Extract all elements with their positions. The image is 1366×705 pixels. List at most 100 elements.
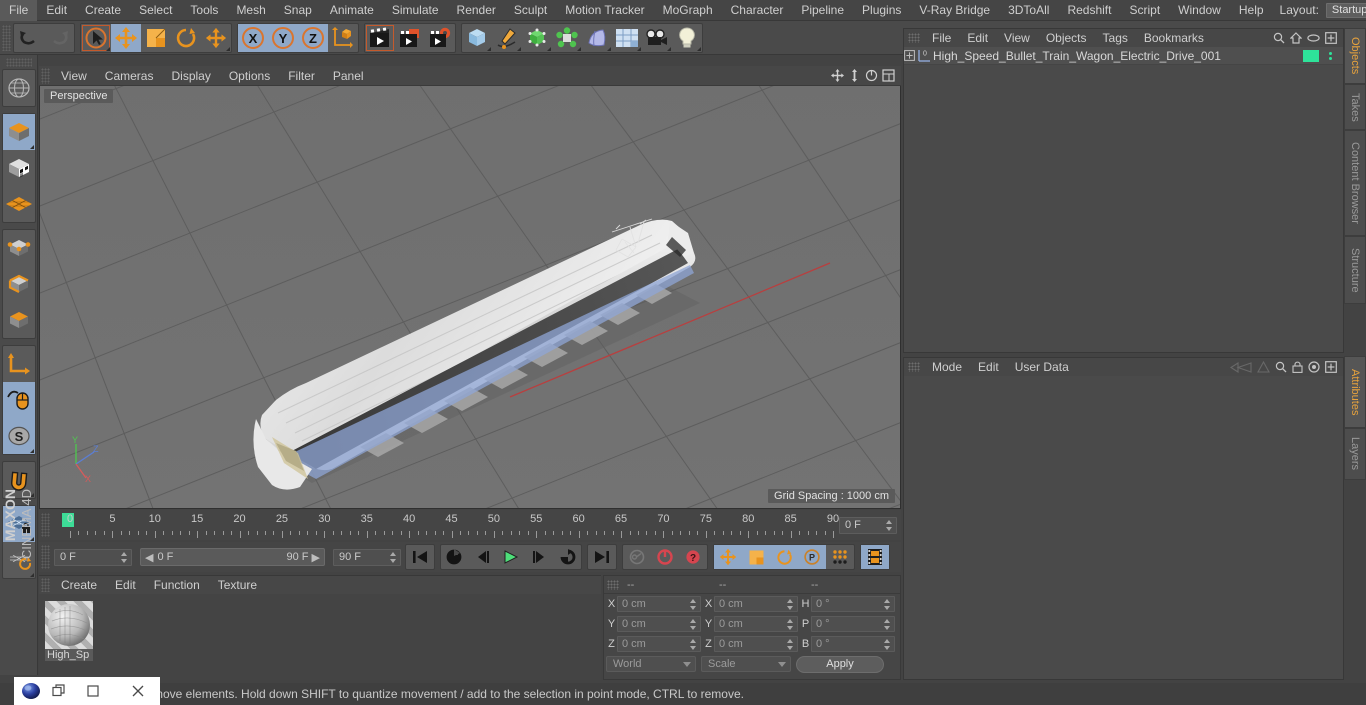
coordinates-grip[interactable] [607,579,619,590]
material-menu-function[interactable]: Function [145,576,209,594]
ellipse-icon[interactable] [1307,33,1320,43]
menu-item-render[interactable]: Render [448,0,505,21]
timeline-ruler[interactable]: 0 5 10 15 20 25 30 35 40 45 50 55 60 65 70 75 80 85 90 [62,510,839,540]
object-menu-edit[interactable]: Edit [959,29,996,47]
object-menu-view[interactable]: View [996,29,1038,47]
texture-mode-button[interactable] [3,150,35,186]
stepper-icon[interactable] [787,639,794,650]
rotation-key-button[interactable] [770,545,798,569]
end-frame-field[interactable]: 90 F [333,548,401,566]
object-name[interactable]: High_Speed_Bullet_Train_Wagon_Electric_D… [933,49,1303,63]
lock-z-axis[interactable]: Z [298,23,328,52]
left-toolbar-grip[interactable] [5,58,32,67]
tab-objects[interactable]: Objects [1344,28,1366,84]
layer-badge[interactable]: 0 [918,49,933,62]
menu-item-select[interactable]: Select [130,0,181,21]
animation-mode-button[interactable] [861,545,889,569]
timeline-grip[interactable] [41,513,50,537]
edit-render-settings-button[interactable] [425,24,455,52]
enable-snapping-button[interactable]: S [2,418,35,454]
menu-item-help[interactable]: Help [1230,0,1273,21]
home-icon[interactable] [1290,32,1302,44]
menu-item-mesh[interactable]: Mesh [227,0,274,21]
viewport-menu-options[interactable]: Options [220,66,279,86]
render-view-button[interactable] [365,24,395,52]
menu-item-plugins[interactable]: Plugins [853,0,910,21]
timeline-current-frame-field[interactable]: 0 F [839,516,897,534]
menu-item-sculpt[interactable]: Sculpt [505,0,556,21]
material-menu-grip[interactable] [41,578,50,592]
coord-rotation-p-field[interactable]: 0 ° [811,616,895,632]
coord-position-z-field[interactable]: 0 cm [617,636,701,652]
lock-icon[interactable] [1292,361,1303,373]
stepper-icon[interactable] [787,619,794,630]
model-mode-button[interactable] [2,114,35,150]
coord-position-x-field[interactable]: 0 cm [617,596,701,612]
maximize-icon[interactable] [881,69,895,83]
expander-icon[interactable] [904,50,918,61]
visibility-dots-icon[interactable] [1325,51,1335,60]
material-thumbnail[interactable] [45,601,93,649]
next-frame-button[interactable] [525,545,553,569]
world-object-coordinate[interactable] [328,24,358,52]
enable-axis-button[interactable] [3,346,35,382]
menu-item-3dtoall[interactable]: 3DToAll [999,0,1058,21]
plus-box-icon[interactable] [1325,32,1337,44]
material-item[interactable]: High_Sp [45,601,93,661]
menu-item-redshift[interactable]: Redshift [1058,0,1120,21]
go-to-end-button[interactable] [588,545,616,569]
viewport-menu-cameras[interactable]: Cameras [96,66,163,86]
viewport-menu-display[interactable]: Display [162,66,219,86]
stepper-icon[interactable] [787,599,794,610]
range-left-arrow-icon[interactable]: ◀ [145,551,153,564]
menu-item-motion-tracker[interactable]: Motion Tracker [556,0,653,21]
material-menu-create[interactable]: Create [52,576,106,594]
polygons-mode-button[interactable] [3,302,35,338]
object-menu-file[interactable]: File [924,29,959,47]
apply-button[interactable]: Apply [796,655,884,673]
coord-size-z-field[interactable]: 0 cm [714,636,798,652]
range-right-arrow-icon[interactable]: ▶ [309,551,320,564]
move-tool[interactable] [111,23,141,52]
coord-size-y-field[interactable]: 0 cm [714,616,798,632]
record-active-objects-button[interactable] [623,545,651,569]
stepper-icon[interactable] [690,599,697,610]
transport-grip[interactable] [41,545,50,569]
menu-item-file[interactable]: File [0,0,38,21]
coordinate-system-select[interactable]: World [606,656,696,672]
attribute-menu-mode[interactable]: Mode [924,358,970,376]
attribute-menu-edit[interactable]: Edit [970,358,1007,376]
menu-item-script[interactable]: Script [1120,0,1169,21]
coord-size-x-field[interactable]: 0 cm [714,596,798,612]
undo-view-button[interactable] [3,70,35,106]
redo-button[interactable] [44,24,74,52]
dolly-icon[interactable] [847,69,861,83]
coord-position-y-field[interactable]: 0 cm [617,616,701,632]
perspective-viewport[interactable]: Grid Spacing : 1000 cm Y Z X [39,66,901,509]
viewport-menu-filter[interactable]: Filter [279,66,324,86]
add-spline-button[interactable] [492,24,522,52]
play-backwards-button[interactable] [441,545,469,569]
rotate-tool[interactable] [171,24,201,52]
menu-item-mograph[interactable]: MoGraph [654,0,722,21]
menu-item-edit[interactable]: Edit [37,0,76,21]
keyframe-selection-button[interactable]: ? [679,545,707,569]
object-menu-tags[interactable]: Tags [1095,29,1136,47]
lock-x-axis[interactable]: X [238,23,268,52]
tab-content-browser[interactable]: Content Browser [1344,130,1366,236]
lock-y-axis[interactable]: Y [268,23,298,52]
viewport-solo-button[interactable] [2,382,35,418]
viewport-menu-panel[interactable]: Panel [324,66,373,86]
position-key-button[interactable] [714,545,742,569]
menu-item-window[interactable]: Window [1169,0,1230,21]
add-scene-button[interactable] [612,24,642,52]
menu-item-create[interactable]: Create [76,0,130,21]
object-row-train[interactable]: 0 High_Speed_Bullet_Train_Wagon_Electric… [904,47,1343,65]
menu-item-snap[interactable]: Snap [275,0,321,21]
stepper-icon[interactable] [884,619,891,630]
viewport-menu-view[interactable]: View [52,66,96,86]
target-icon[interactable] [1308,361,1320,373]
minimize-window-button[interactable] [70,684,115,698]
menu-item-animate[interactable]: Animate [321,0,383,21]
object-manager-grip[interactable] [908,33,920,43]
